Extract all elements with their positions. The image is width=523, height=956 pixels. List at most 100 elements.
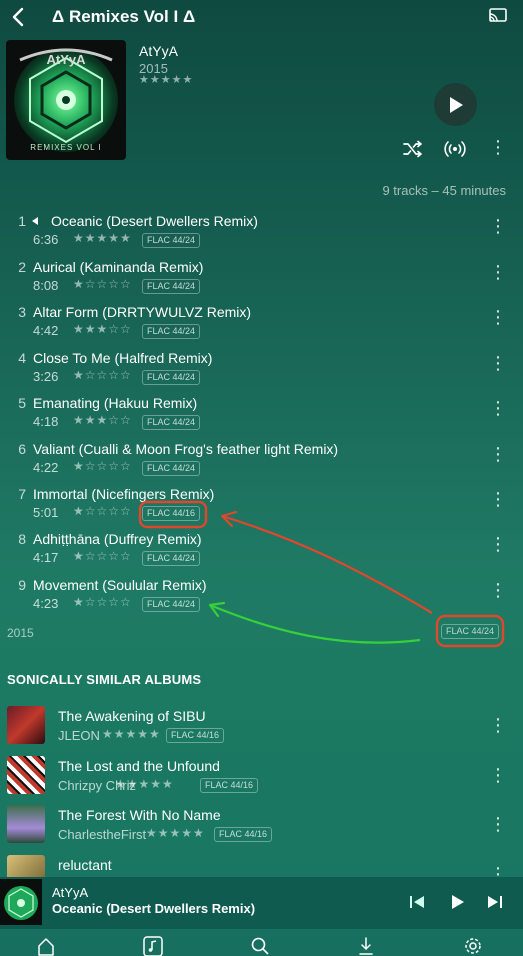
track-row[interactable]: 6 Valiant (Cualli & Moon Frog's feather l…: [0, 441, 523, 486]
skip-previous-icon: [410, 896, 424, 908]
similar-album-title: The Lost and the Unfound: [58, 758, 220, 774]
track-rating[interactable]: ★☆☆☆☆: [73, 504, 132, 518]
track-number: 7: [18, 486, 26, 502]
previous-track-button[interactable]: [408, 893, 426, 911]
track-row[interactable]: 2 Aurical (Kaminanda Remix) 8:08 ★☆☆☆☆ FLAC …: [0, 259, 523, 304]
skip-next-icon: [488, 896, 502, 908]
similar-album-format-badge: FLAC 44/16: [166, 728, 225, 743]
similar-album-cover[interactable]: [7, 805, 45, 843]
radio-icon: [444, 141, 466, 157]
similar-album-format-badge: FLAC 44/16: [214, 827, 273, 842]
album-more-icon[interactable]: ⋮: [488, 138, 508, 156]
cast-icon[interactable]: [488, 7, 508, 25]
track-more-icon[interactable]: ⋮: [488, 581, 508, 599]
track-row[interactable]: 3 Altar Form (DRRTYWULVZ Remix) 4:42 ★★★☆☆ F…: [0, 304, 523, 349]
track-duration: 8:08: [33, 278, 59, 293]
track-duration: 5:01: [33, 505, 59, 520]
track-duration: 4:17: [33, 550, 59, 565]
track-row[interactable]: 9 Movement (Soulular Remix) 4:23 ★☆☆☆☆ FLAC …: [0, 577, 523, 622]
similar-album-more-icon[interactable]: ⋮: [488, 716, 508, 734]
track-number: 3: [18, 304, 26, 320]
radio-button[interactable]: [443, 139, 467, 159]
similar-album-row[interactable]: The Awakening of SIBU JLEON ★★★★★ FLAC 44/1…: [0, 706, 523, 754]
track-rating[interactable]: ★☆☆☆☆: [73, 549, 132, 563]
track-format-badge: FLAC 44/24: [142, 461, 201, 476]
tab-settings[interactable]: [463, 936, 483, 956]
track-rating[interactable]: ★★★☆☆: [73, 322, 132, 336]
track-duration: 4:42: [33, 323, 59, 338]
track-more-icon[interactable]: ⋮: [488, 490, 508, 508]
download-icon: [359, 937, 373, 955]
mini-player-title: Oceanic (Desert Dwellers Remix): [52, 901, 256, 916]
track-title: Valiant (Cualli & Moon Frog's feather li…: [33, 441, 339, 457]
album-artist[interactable]: AtYyA: [139, 43, 178, 59]
track-rating[interactable]: ★☆☆☆☆: [73, 459, 132, 473]
mini-player[interactable]: AtYyA Oceanic (Desert Dwellers Remix): [0, 877, 523, 929]
track-duration: 4:22: [33, 460, 59, 475]
track-duration: 4:23: [33, 596, 59, 611]
track-rating[interactable]: ★★★★★: [73, 231, 132, 245]
similar-album-rating: ★★★★★: [102, 727, 161, 741]
track-format-badge: FLAC 44/24: [142, 415, 201, 430]
tab-library[interactable]: [143, 936, 163, 956]
tab-bar: [0, 929, 523, 956]
home-icon: [38, 938, 54, 956]
track-rating[interactable]: ★☆☆☆☆: [73, 277, 132, 291]
track-duration: 6:36: [33, 232, 59, 247]
tab-search[interactable]: [250, 936, 270, 956]
similar-album-more-icon[interactable]: ⋮: [488, 815, 508, 833]
track-row[interactable]: 1 Oceanic (Desert Dwellers Remix) 6:36 ★★★★…: [0, 213, 523, 258]
track-title: Oceanic (Desert Dwellers Remix): [51, 213, 258, 229]
similar-album-cover[interactable]: [7, 756, 45, 794]
track-more-icon[interactable]: ⋮: [488, 354, 508, 372]
track-row[interactable]: 8 Adhiṭṭhāna (Duffrey Remix) 4:17 ★☆☆☆☆ FLAC…: [0, 531, 523, 576]
play-album-button[interactable]: [434, 83, 477, 126]
page-title: Δ Remixes Vol I Δ: [52, 7, 196, 26]
similar-album-row[interactable]: The Lost and the Unfound Chrizpy Chriz ★★★…: [0, 756, 523, 804]
similar-album-title: The Forest With No Name: [58, 807, 221, 823]
tab-home[interactable]: [36, 936, 56, 956]
track-title: Emanating (Hakuu Remix): [33, 395, 198, 411]
track-format-badge: FLAC 44/24: [142, 597, 201, 612]
track-row[interactable]: 5 Emanating (Hakuu Remix) 4:18 ★★★☆☆ FLAC 44…: [0, 395, 523, 440]
track-more-icon[interactable]: ⋮: [488, 445, 508, 463]
track-duration: 3:26: [33, 369, 59, 384]
similar-album-artist: CharlestheFirst: [58, 827, 147, 842]
track-more-icon[interactable]: ⋮: [488, 263, 508, 281]
track-rating[interactable]: ★☆☆☆☆: [73, 368, 132, 382]
track-title: Adhiṭṭhāna (Duffrey Remix): [33, 531, 202, 547]
mini-play-button[interactable]: [448, 893, 466, 911]
search-icon: [251, 937, 269, 955]
track-more-icon[interactable]: ⋮: [488, 535, 508, 553]
track-title: Movement (Soulular Remix): [33, 577, 207, 593]
similar-album-more-icon[interactable]: ⋮: [488, 766, 508, 784]
track-number: 5: [18, 395, 26, 411]
track-format-badge: FLAC 44/24: [142, 370, 201, 385]
tab-downloads[interactable]: [356, 936, 376, 956]
similar-album-row[interactable]: The Forest With No Name CharlestheFirst ★★…: [0, 805, 523, 853]
play-icon: [452, 895, 464, 909]
album-cover: AtYyA REMIXES VOL I: [6, 40, 126, 160]
track-rating[interactable]: ★★★☆☆: [73, 413, 132, 427]
album-rating[interactable]: ★★★★★: [139, 73, 193, 86]
track-number: 1: [18, 213, 26, 229]
track-row[interactable]: 7 Immortal (Nicefingers Remix) 5:01 ★☆☆☆☆ FL…: [0, 486, 523, 531]
next-track-button[interactable]: [486, 893, 504, 911]
track-rating[interactable]: ★☆☆☆☆: [73, 595, 132, 609]
shuffle-button[interactable]: [402, 140, 424, 158]
similar-album-title: The Awakening of SIBU: [58, 708, 206, 724]
track-row[interactable]: 4 Close To Me (Halfred Remix) 3:26 ★☆☆☆☆ FLA…: [0, 350, 523, 395]
now-playing-icon: [32, 217, 38, 225]
track-number: 2: [18, 259, 26, 275]
similar-album-cover[interactable]: [7, 706, 45, 744]
back-button[interactable]: [6, 4, 32, 30]
track-more-icon[interactable]: ⋮: [488, 308, 508, 326]
similar-album-rating: ★★★★★: [146, 826, 205, 840]
similar-album-format-badge: FLAC 44/16: [200, 778, 259, 793]
track-number: 9: [18, 577, 26, 593]
track-format-badge: FLAC 44/24: [142, 233, 201, 248]
track-more-icon[interactable]: ⋮: [488, 399, 508, 417]
mini-player-cover[interactable]: [0, 879, 42, 925]
track-number: 4: [18, 350, 26, 366]
track-more-icon[interactable]: ⋮: [488, 217, 508, 235]
